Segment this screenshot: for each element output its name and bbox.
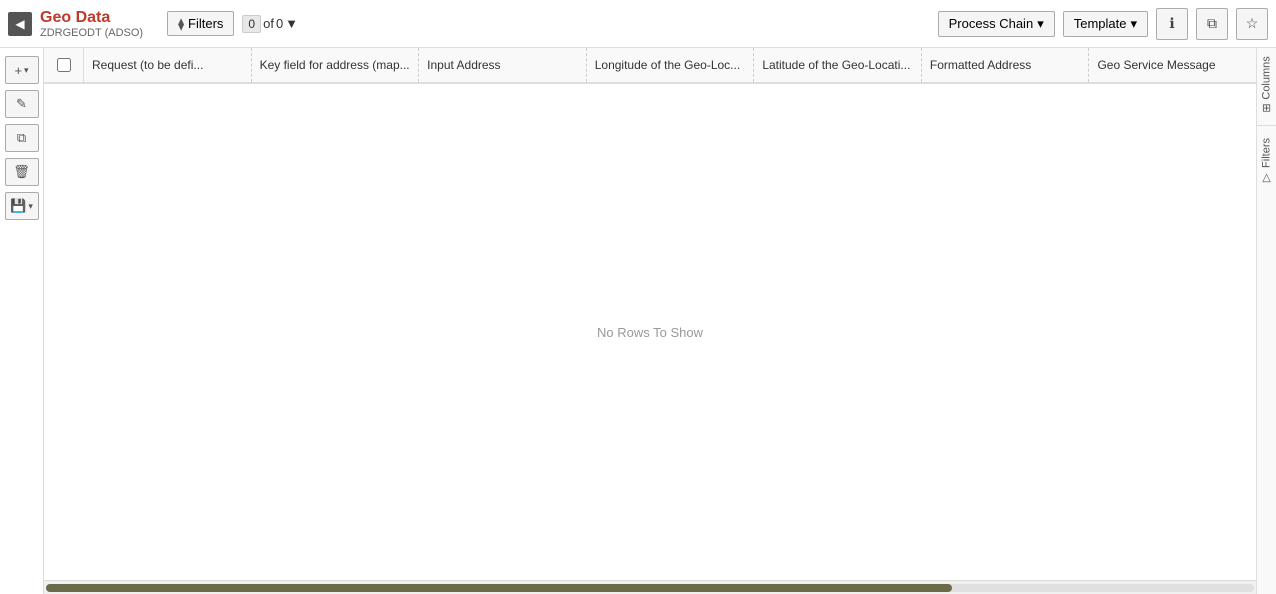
- edit-button[interactable]: ✎: [5, 90, 39, 118]
- row-count-filter-icon[interactable]: ▼: [285, 16, 298, 31]
- delete-icon: 🗑: [13, 164, 30, 180]
- header-col6[interactable]: Formatted Address: [922, 48, 1090, 82]
- template-arrow: ▾: [1130, 16, 1137, 32]
- top-bar: ◀ Geo Data ZDRGEODT (ADSO) ⧫ Filters 0 o…: [0, 0, 1276, 48]
- columns-sidebar-item[interactable]: ⊞ Columns: [1260, 48, 1273, 121]
- add-icon: +: [14, 63, 22, 78]
- no-rows-message: No Rows To Show: [597, 325, 703, 340]
- template-button[interactable]: Template ▾: [1063, 11, 1148, 37]
- add-button[interactable]: + ▾: [5, 56, 39, 84]
- resize-handle-col6[interactable]: [1084, 48, 1088, 82]
- header-col3[interactable]: Input Address: [419, 48, 587, 82]
- header-col5[interactable]: Latitude of the Geo-Locati...: [754, 48, 922, 82]
- process-chain-label: Process Chain: [949, 16, 1034, 31]
- resize-handle-col5[interactable]: [917, 48, 921, 82]
- filters-button[interactable]: ⧫ Filters: [167, 11, 234, 36]
- filters-sidebar-item[interactable]: ▽ Filters: [1260, 130, 1273, 193]
- favorite-button[interactable]: ☆: [1236, 8, 1268, 40]
- template-label: Template: [1074, 16, 1127, 31]
- edit-icon: ✎: [16, 96, 27, 112]
- delete-button[interactable]: 🗑: [5, 158, 39, 186]
- process-chain-button[interactable]: Process Chain ▾: [938, 11, 1055, 37]
- row-count-of: of: [263, 16, 274, 31]
- export-icon: ⧉: [1207, 15, 1217, 32]
- nav-toggle-icon: ◀: [15, 17, 24, 31]
- info-icon: ℹ: [1169, 15, 1174, 32]
- header-checkbox-cell[interactable]: [44, 48, 84, 82]
- main-layout: + ▾ ✎ ⧉ 🗑 💾 ▾ Request (to be defi...: [0, 48, 1276, 594]
- right-sidebar: ⊞ Columns ▽ Filters: [1256, 48, 1276, 594]
- nav-toggle-button[interactable]: ◀: [8, 12, 32, 36]
- left-toolbar: + ▾ ✎ ⧉ 🗑 💾 ▾: [0, 48, 44, 594]
- bottom-scrollbar[interactable]: [44, 580, 1256, 594]
- filters-sidebar-label: Filters: [1261, 138, 1273, 168]
- app-title-block: Geo Data ZDRGEODT (ADSO): [40, 9, 143, 39]
- info-button[interactable]: ℹ: [1156, 8, 1188, 40]
- filters-sidebar-icon: ▽: [1260, 172, 1273, 185]
- resize-handle-col7[interactable]: [1252, 48, 1256, 82]
- filters-button-label: Filters: [188, 16, 223, 31]
- filter-icon: ⧫: [178, 17, 184, 31]
- resize-handle-col4[interactable]: [749, 48, 753, 82]
- row-count-total: 0: [276, 16, 283, 31]
- star-icon: ☆: [1246, 15, 1259, 32]
- columns-label: Columns: [1261, 56, 1273, 99]
- sidebar-divider: [1257, 125, 1276, 126]
- save-icon: 💾: [10, 198, 26, 214]
- scrollbar-track[interactable]: [46, 584, 1254, 592]
- copy-icon: ⧉: [17, 130, 26, 146]
- copy-button[interactable]: ⧉: [5, 124, 39, 152]
- add-dropdown-arrow: ▾: [24, 65, 29, 76]
- select-all-checkbox[interactable]: [57, 58, 71, 72]
- grid-area: Request (to be defi... Key field for add…: [44, 48, 1256, 594]
- scrollbar-thumb[interactable]: [46, 584, 952, 592]
- columns-icon: ⊞: [1260, 103, 1273, 112]
- export-button[interactable]: ⧉: [1196, 8, 1228, 40]
- header-col4[interactable]: Longitude of the Geo-Loc...: [587, 48, 755, 82]
- grid-body: No Rows To Show: [44, 84, 1256, 580]
- save-button[interactable]: 💾 ▾: [5, 192, 39, 220]
- row-count-display: 0 of 0 ▼: [242, 15, 298, 33]
- app-title: Geo Data: [40, 9, 143, 27]
- resize-handle-col2[interactable]: [414, 48, 418, 82]
- save-dropdown-arrow: ▾: [28, 201, 33, 212]
- header-col1[interactable]: Request (to be defi...: [84, 48, 252, 82]
- process-chain-arrow: ▾: [1037, 16, 1044, 32]
- header-col7[interactable]: Geo Service Message: [1089, 48, 1256, 82]
- app-subtitle: ZDRGEODT (ADSO): [40, 27, 143, 39]
- grid-header: Request (to be defi... Key field for add…: [44, 48, 1256, 84]
- header-col2[interactable]: Key field for address (map...: [252, 48, 420, 82]
- row-count-value: 0: [242, 15, 261, 33]
- resize-handle-col3[interactable]: [582, 48, 586, 82]
- resize-handle-col1[interactable]: [247, 48, 251, 82]
